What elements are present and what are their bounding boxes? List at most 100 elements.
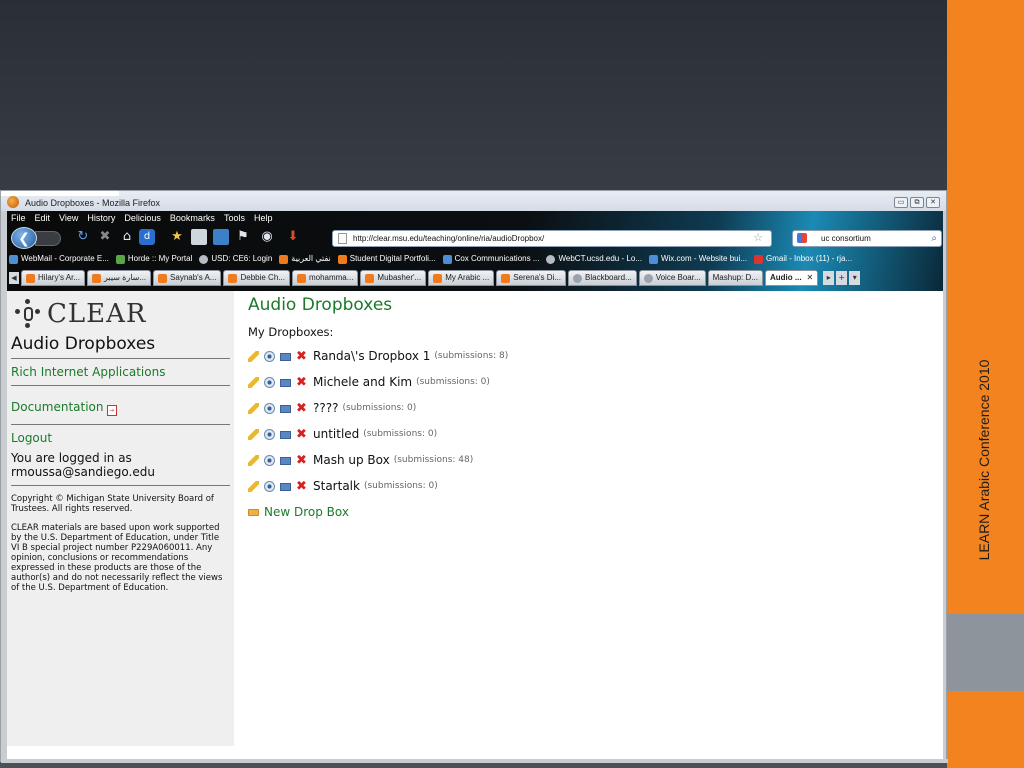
delete-icon[interactable]: ✖: [296, 376, 307, 389]
tab[interactable]: سارة سيبر...: [86, 270, 152, 286]
email-icon[interactable]: [280, 456, 291, 465]
view-icon[interactable]: [264, 454, 275, 466]
dropbox-name[interactable]: Mash up Box: [313, 453, 390, 467]
edit-icon[interactable]: [248, 376, 259, 388]
bookmark-item[interactable]: Gmail - Inbox (11) - rja...: [754, 251, 852, 267]
screenshot-icon[interactable]: [191, 229, 207, 245]
edit-icon[interactable]: [248, 480, 259, 492]
tab[interactable]: Hilary's Ar...: [21, 270, 85, 286]
dropbox-name[interactable]: ????: [313, 401, 338, 415]
email-icon[interactable]: [280, 378, 291, 387]
menu-edit[interactable]: Edit: [35, 213, 51, 225]
bookmark-item[interactable]: Horde :: My Portal: [115, 251, 192, 267]
email-icon[interactable]: [280, 430, 291, 439]
email-icon[interactable]: [280, 482, 291, 491]
dropbox-row: ✖ Mash up Box (submissions: 48): [248, 447, 928, 473]
clear-logo[interactable]: CLEAR: [11, 296, 230, 332]
tab-active[interactable]: Audio ... ✕: [764, 270, 819, 286]
email-icon[interactable]: [280, 404, 291, 413]
reload-icon[interactable]: ↻: [75, 229, 91, 245]
new-drop-box-link[interactable]: New Drop Box: [248, 505, 928, 519]
tab[interactable]: Mubasher'...: [360, 270, 427, 286]
menu-help[interactable]: Help: [254, 213, 273, 225]
view-icon[interactable]: [264, 350, 275, 362]
delete-icon[interactable]: ✖: [296, 428, 307, 441]
download-icon[interactable]: ⬇: [285, 229, 301, 245]
bookmark-item[interactable]: USD: CE6: Login: [199, 251, 272, 267]
menu-history[interactable]: History: [87, 213, 115, 225]
bookmark-item[interactable]: نفتي العربية: [279, 251, 331, 267]
menu-bar: File Edit View History Delicious Bookmar…: [11, 213, 272, 225]
tab-list-icon[interactable]: ▾: [849, 271, 861, 285]
tab-scroll-left-icon[interactable]: ◀: [9, 272, 19, 284]
link-documentation[interactable]: Documentation: [11, 400, 104, 414]
url-bar[interactable]: http://clear.msu.edu/teaching/online/ria…: [332, 230, 772, 247]
dropbox-name[interactable]: Randa\'s Dropbox 1: [313, 349, 430, 363]
delete-icon[interactable]: ✖: [296, 454, 307, 467]
menu-tools[interactable]: Tools: [224, 213, 245, 225]
dropbox-name[interactable]: Startalk: [313, 479, 360, 493]
edit-icon[interactable]: [248, 428, 259, 440]
view-icon[interactable]: [264, 480, 275, 492]
search-icon[interactable]: ⌕: [931, 231, 937, 246]
tab[interactable]: Blackboard...: [568, 270, 637, 286]
bookmark-tool-icon[interactable]: ★: [169, 229, 185, 245]
pdf-icon[interactable]: →: [106, 405, 117, 416]
page-title: Audio Dropboxes: [248, 295, 393, 315]
search-box[interactable]: uc consortium ⌕: [792, 230, 942, 247]
bookmark-item[interactable]: Student Digital Portfoli...: [337, 251, 436, 267]
back-button[interactable]: ❮: [11, 227, 37, 249]
bookmark-item[interactable]: WebMail - Corporate E...: [9, 251, 109, 267]
submission-count: (submissions: 0): [363, 481, 438, 491]
menu-bookmarks[interactable]: Bookmarks: [170, 213, 215, 225]
logout-link[interactable]: Logout: [11, 427, 230, 449]
menu-view[interactable]: View: [59, 213, 78, 225]
bookmark-item[interactable]: Cox Communications ...: [442, 251, 539, 267]
email-icon[interactable]: [280, 352, 291, 361]
dropbox-name[interactable]: Michele and Kim: [313, 375, 412, 389]
restore-button[interactable]: ⧉: [910, 197, 924, 208]
tab[interactable]: mohamma...: [291, 270, 359, 286]
menu-file[interactable]: File: [11, 213, 26, 225]
edit-icon[interactable]: [248, 350, 259, 362]
link-rich-internet-applications[interactable]: Rich Internet Applications: [11, 361, 230, 383]
tab[interactable]: Mashup: D...: [707, 270, 763, 286]
edit-icon[interactable]: [248, 454, 259, 466]
delicious-icon[interactable]: d: [139, 229, 155, 245]
tab-scroll-right-icon[interactable]: ▸: [823, 271, 835, 285]
view-icon[interactable]: [264, 376, 275, 388]
minimize-button[interactable]: ▭: [894, 197, 908, 208]
close-tab-icon[interactable]: ✕: [807, 271, 814, 285]
bookmark-item[interactable]: WebCT.ucsd.edu - Lo...: [546, 251, 642, 267]
delete-icon[interactable]: ✖: [296, 480, 307, 493]
home-icon[interactable]: ⌂: [119, 229, 135, 245]
forward-button[interactable]: [35, 231, 61, 246]
bookmark-item[interactable]: Wix.com - Website bui...: [648, 251, 747, 267]
tab[interactable]: My Arabic ...: [428, 270, 495, 286]
menu-delicious[interactable]: Delicious: [124, 213, 161, 225]
dropbox-row: ✖ Randa\'s Dropbox 1 (submissions: 8): [248, 343, 928, 369]
tab[interactable]: Saynab's A...: [153, 270, 222, 286]
stop-icon[interactable]: ✖: [97, 229, 113, 245]
delete-icon[interactable]: ✖: [296, 402, 307, 415]
view-icon[interactable]: [264, 402, 275, 414]
new-drop-box-label[interactable]: New Drop Box: [264, 505, 349, 519]
close-window-button[interactable]: ✕: [926, 197, 940, 208]
google-icon[interactable]: [797, 233, 807, 243]
tab[interactable]: Debbie Ch...: [223, 270, 290, 286]
view-icon[interactable]: [264, 428, 275, 440]
delete-icon[interactable]: ✖: [296, 350, 307, 363]
edit-icon[interactable]: [248, 402, 259, 414]
page-tool-icon[interactable]: [213, 229, 229, 245]
conference-label: LEARN Arabic Conference 2010: [976, 359, 992, 561]
sidebar-heading: Audio Dropboxes: [11, 334, 156, 354]
camera-icon[interactable]: ◉: [259, 229, 275, 245]
dropbox-name[interactable]: untitled: [313, 427, 359, 441]
bookmark-star-icon[interactable]: ☆: [753, 231, 763, 246]
tab[interactable]: Voice Boar...: [638, 270, 706, 286]
submission-count: (submissions: 0): [416, 377, 490, 387]
tab[interactable]: Serena's Di...: [496, 270, 566, 286]
browser-window: Audio Dropboxes - Mozilla Firefox ▭ ⧉ ✕ …: [0, 190, 948, 763]
new-tab-icon[interactable]: +: [836, 271, 848, 285]
tag-icon[interactable]: ⚑: [235, 229, 251, 245]
